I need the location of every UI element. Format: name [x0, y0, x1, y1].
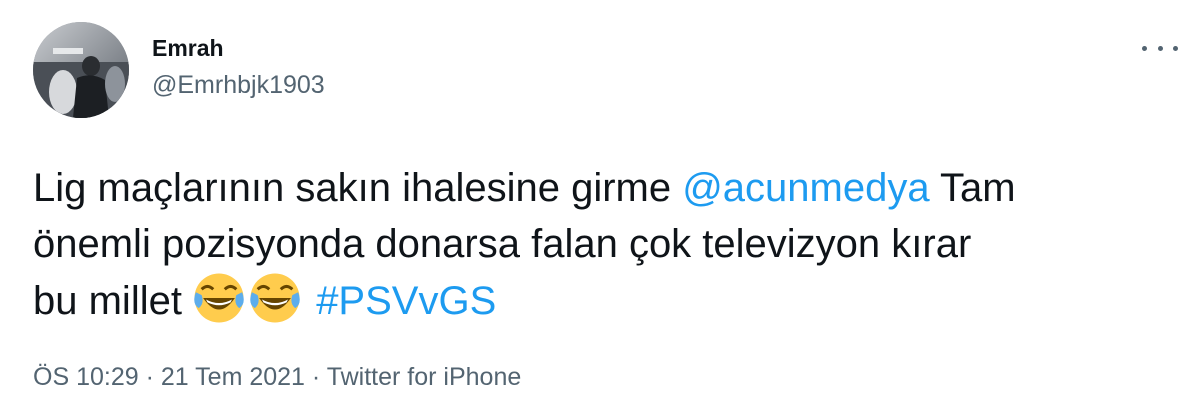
tweet-card: Emrah @Emrhbjk1903 Lig maçlarının sakın … [0, 0, 1200, 419]
tweet-line-2: önemli pozisyonda donarsa falan çok tele… [33, 216, 1173, 272]
user-handle[interactable]: @Emrhbjk1903 [152, 70, 325, 100]
tweet-text-segment: önemli pozisyonda donarsa falan çok tele… [33, 222, 972, 266]
more-options-icon[interactable] [1142, 38, 1178, 58]
more-dot [1157, 45, 1163, 51]
tweet-source[interactable]: Twitter for iPhone [327, 363, 522, 391]
tears-of-joy-emoji-icon [250, 273, 300, 323]
meta-separator: · [138, 363, 161, 391]
avatar[interactable] [33, 22, 129, 118]
mention-link[interactable]: @acunmedya [682, 166, 929, 210]
meta-separator: · [304, 363, 327, 391]
tweet-metadata: ÖS 10:29 · 21 Tem 2021 · Twitter for iPh… [33, 362, 521, 392]
tears-of-joy-emoji-icon [194, 273, 244, 323]
tweet-time[interactable]: ÖS 10:29 [33, 363, 139, 391]
tweet-text-segment: bu millet [33, 279, 194, 323]
tweet-date[interactable]: 21 Tem 2021 [161, 363, 305, 391]
tweet-text-segment: Lig maçlarının sakın ihalesine girme [33, 166, 683, 210]
tweet-text: Lig maçlarının sakın ihalesine girme @ac… [33, 160, 1173, 329]
display-name[interactable]: Emrah [152, 34, 325, 62]
tweet-line-1: Lig maçlarının sakın ihalesine girme @ac… [33, 160, 1173, 216]
hashtag-link[interactable]: #PSVvGS [316, 279, 496, 323]
tweet-line-3: bu millet #PSVvGS [33, 272, 1173, 329]
more-dot [1173, 45, 1178, 51]
avatar-image [33, 22, 129, 118]
tweet-author: Emrah @Emrhbjk1903 [152, 34, 325, 100]
more-dot [1142, 45, 1147, 51]
tweet-text-segment: Tam [929, 166, 1016, 210]
